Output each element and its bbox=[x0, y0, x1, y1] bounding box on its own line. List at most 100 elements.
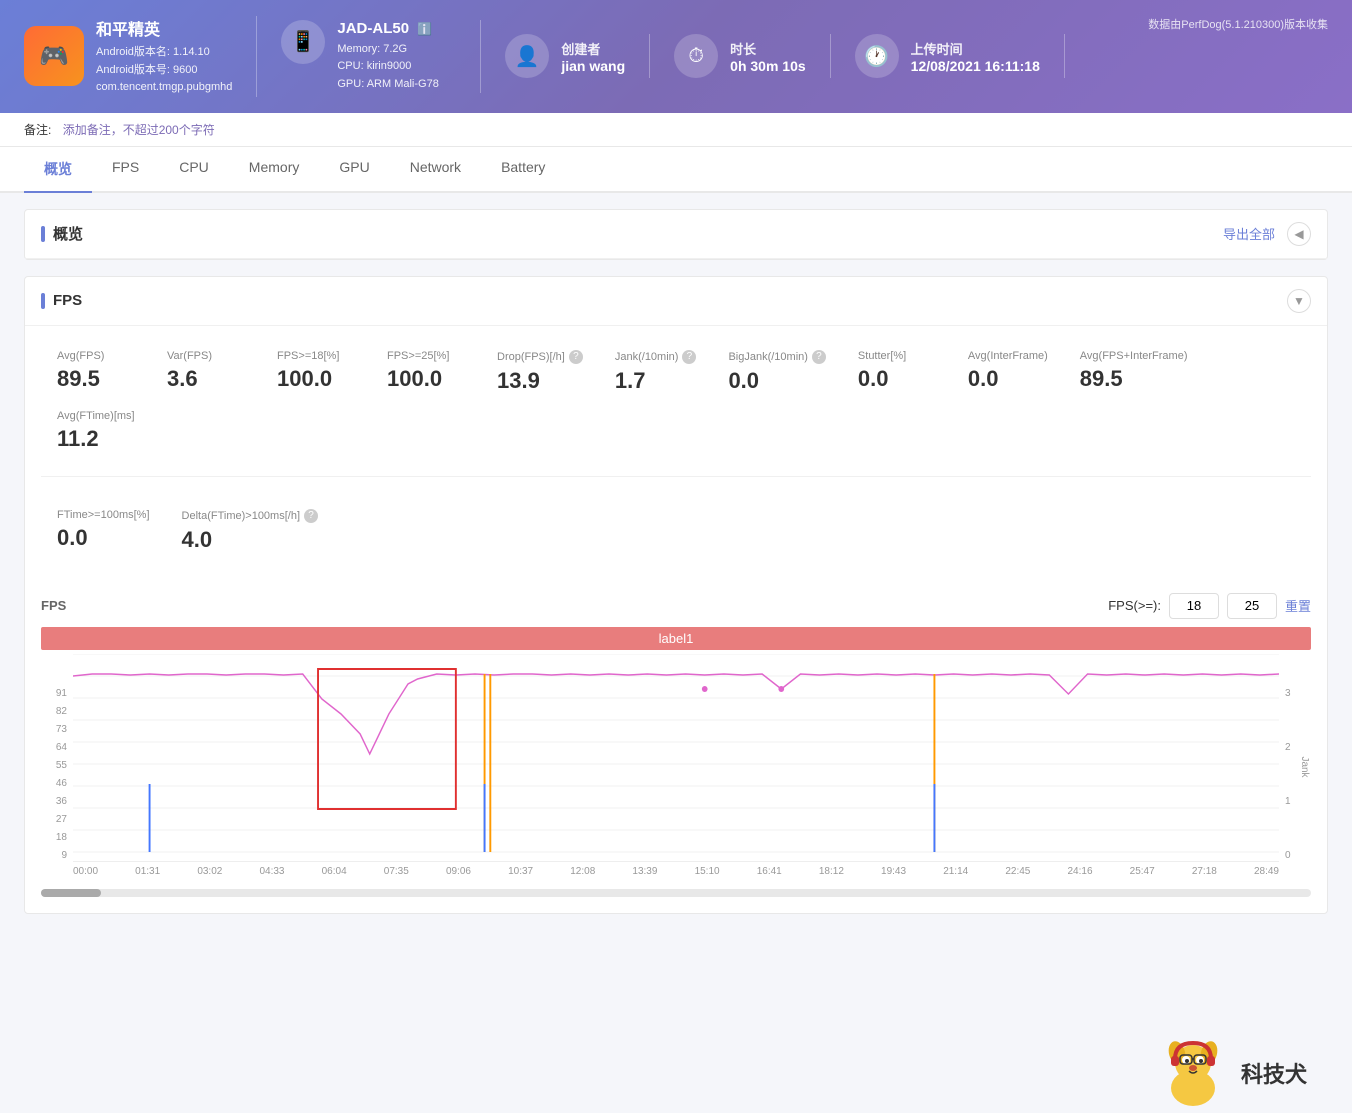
stat-bigjank-value: 0.0 bbox=[728, 368, 825, 394]
upload-value: 12/08/2021 16:11:18 bbox=[911, 58, 1040, 74]
device-details: JAD-AL50 ℹ️ Memory: 7.2G CPU: kirin9000 … bbox=[337, 20, 438, 94]
creator-value: jian wang bbox=[561, 58, 625, 74]
app-info: 🎮 和平精英 Android版本名: 1.14.10 Android版本号: 9… bbox=[24, 16, 257, 97]
upload-label: 上传时间 bbox=[911, 39, 1040, 58]
stat-interframe: Avg(InterFrame) 0.0 bbox=[952, 342, 1064, 402]
export-button[interactable]: 导出全部 bbox=[1223, 224, 1275, 243]
delta-ftime-help-icon[interactable]: ? bbox=[304, 509, 318, 523]
fps-threshold-1-input[interactable] bbox=[1169, 593, 1219, 619]
device-icon: 📱 bbox=[281, 20, 325, 64]
stat-ftime100: FTime>=100ms[%] 0.0 bbox=[41, 501, 166, 561]
stat-fps25-value: 100.0 bbox=[387, 366, 465, 392]
upload-text: 上传时间 12/08/2021 16:11:18 bbox=[911, 39, 1040, 74]
device-memory: Memory: 7.2G bbox=[337, 41, 438, 59]
stat-drop-fps: Drop(FPS)[/h] ? 13.9 bbox=[481, 342, 599, 402]
stat-fps25-label: FPS>=25[%] bbox=[387, 350, 465, 362]
bigjank-help-icon[interactable]: ? bbox=[812, 350, 826, 364]
overview-section: 概览 导出全部 ◀ bbox=[24, 209, 1328, 260]
stat-jank-value: 1.7 bbox=[615, 368, 697, 394]
stat-drop-fps-label: Drop(FPS)[/h] ? bbox=[497, 350, 583, 364]
fps-threshold-2-input[interactable] bbox=[1227, 593, 1277, 619]
tab-overview[interactable]: 概览 bbox=[24, 147, 92, 193]
tab-network[interactable]: Network bbox=[390, 147, 481, 193]
chart-label: FPS bbox=[41, 598, 66, 613]
stat-fps-interframe-value: 89.5 bbox=[1080, 366, 1188, 392]
stat-bigjank: BigJank(/10min) ? 0.0 bbox=[712, 342, 841, 402]
stat-avg-fps: Avg(FPS) 89.5 bbox=[41, 342, 151, 402]
stat-drop-fps-value: 13.9 bbox=[497, 368, 583, 394]
tab-battery[interactable]: Battery bbox=[481, 147, 565, 193]
jank-axis-label: Jank bbox=[1299, 757, 1310, 778]
time-axis: 00:0001:3103:0204:3306:04 07:3509:0610:3… bbox=[73, 861, 1279, 881]
note-add[interactable]: 添加备注，不超过200个字符 bbox=[63, 123, 215, 137]
data-source: 数据由PerfDog(5.1.210300)版本收集 bbox=[1148, 16, 1328, 32]
creator-label: 创建者 bbox=[561, 39, 625, 58]
fps-ge-label: FPS(>=): bbox=[1108, 598, 1161, 613]
upload-stat: 🕐 上传时间 12/08/2021 16:11:18 bbox=[855, 34, 1065, 78]
stat-fps25: FPS>=25[%] 100.0 bbox=[371, 342, 481, 402]
creator-text: 创建者 jian wang bbox=[561, 39, 625, 74]
stat-var-fps-value: 3.6 bbox=[167, 366, 245, 392]
device-cpu: CPU: kirin9000 bbox=[337, 58, 438, 76]
stat-avg-fps-label: Avg(FPS) bbox=[57, 350, 135, 362]
tab-gpu[interactable]: GPU bbox=[319, 147, 389, 193]
stat-ftime: Avg(FTime)[ms] 11.2 bbox=[41, 402, 151, 460]
stat-fps18-label: FPS>=18[%] bbox=[277, 350, 355, 362]
reset-button[interactable]: 重置 bbox=[1285, 596, 1311, 615]
content: 概览 导出全部 ◀ FPS ▼ Avg(FPS) 89.5 Var(FPS) 3… bbox=[0, 193, 1352, 946]
jank-help-icon[interactable]: ? bbox=[682, 350, 696, 364]
duration-icon: ⏱ bbox=[674, 34, 718, 78]
stat-fps-interframe-label: Avg(FPS+InterFrame) bbox=[1080, 350, 1188, 362]
duration-text: 时长 0h 30m 10s bbox=[730, 39, 806, 74]
stat-var-fps: Var(FPS) 3.6 bbox=[151, 342, 261, 402]
stat-delta-ftime: Delta(FTime)>100ms[/h] ? 4.0 bbox=[166, 501, 335, 561]
chart-scrollbar-thumb[interactable] bbox=[41, 889, 101, 897]
app-icon: 🎮 bbox=[24, 26, 84, 86]
chart-outer: 9182736455463627189 3210 Jank bbox=[41, 654, 1311, 881]
device-gpu: GPU: ARM Mali-G78 bbox=[337, 76, 438, 94]
label1-bar: label1 bbox=[41, 627, 1311, 650]
chart-scrollbar[interactable] bbox=[41, 889, 1311, 897]
overview-header: 概览 导出全部 ◀ bbox=[25, 210, 1327, 259]
stat-stutter: Stutter[%] 0.0 bbox=[842, 342, 952, 402]
stat-fps18: FPS>=18[%] 100.0 bbox=[261, 342, 371, 402]
stat-bigjank-label: BigJank(/10min) ? bbox=[728, 350, 825, 364]
fps-section-header: FPS ▼ bbox=[25, 277, 1327, 326]
nav-tabs: 概览 FPS CPU Memory GPU Network Battery bbox=[0, 147, 1352, 193]
fps-title: FPS bbox=[41, 292, 82, 309]
collapse-button[interactable]: ◀ bbox=[1287, 222, 1311, 246]
duration-stat: ⏱ 时长 0h 30m 10s bbox=[674, 34, 831, 78]
tab-cpu[interactable]: CPU bbox=[159, 147, 229, 193]
app-android-version-code: Android版本号: 9600 bbox=[96, 62, 232, 80]
tab-memory[interactable]: Memory bbox=[229, 147, 320, 193]
chart-header: FPS FPS(>=): 重置 bbox=[41, 593, 1311, 619]
app-name: 和平精英 bbox=[96, 16, 232, 40]
watermark: 科技犬 bbox=[1153, 1033, 1307, 1113]
fps-collapse-button[interactable]: ▼ bbox=[1287, 289, 1311, 313]
stat-jank: Jank(/10min) ? 1.7 bbox=[599, 342, 713, 402]
note-label: 备注: bbox=[24, 123, 51, 137]
app-package: com.tencent.tmgp.pubgmhd bbox=[96, 79, 232, 97]
app-details: 和平精英 Android版本名: 1.14.10 Android版本号: 960… bbox=[96, 16, 232, 97]
device-info: 📱 JAD-AL50 ℹ️ Memory: 7.2G CPU: kirin900… bbox=[281, 20, 481, 94]
stat-interframe-label: Avg(InterFrame) bbox=[968, 350, 1048, 362]
fps-stats-grid-2: FTime>=100ms[%] 0.0 Delta(FTime)>100ms[/… bbox=[25, 485, 1327, 577]
creator-stat: 👤 创建者 jian wang bbox=[505, 34, 650, 78]
stat-jank-label: Jank(/10min) ? bbox=[615, 350, 697, 364]
stat-delta-ftime-label: Delta(FTime)>100ms[/h] ? bbox=[182, 509, 319, 523]
fps-controls: FPS(>=): 重置 bbox=[1108, 593, 1311, 619]
overview-title: 概览 bbox=[41, 223, 83, 244]
duration-value: 0h 30m 10s bbox=[730, 58, 806, 74]
stats-divider bbox=[41, 476, 1311, 477]
stat-interframe-value: 0.0 bbox=[968, 366, 1048, 392]
fps-chart-container: FPS FPS(>=): 重置 label1 91827364554636271… bbox=[25, 577, 1327, 913]
fps-stats-grid: Avg(FPS) 89.5 Var(FPS) 3.6 FPS>=18[%] 10… bbox=[25, 326, 1327, 476]
dog-mascot-icon bbox=[1153, 1033, 1233, 1113]
stat-stutter-value: 0.0 bbox=[858, 366, 936, 392]
stat-ftime-value: 11.2 bbox=[57, 426, 135, 452]
note-bar: 备注: 添加备注，不超过200个字符 bbox=[0, 113, 1352, 147]
fps-section: FPS ▼ Avg(FPS) 89.5 Var(FPS) 3.6 FPS>=18… bbox=[24, 276, 1328, 914]
tab-fps[interactable]: FPS bbox=[92, 147, 159, 193]
drop-fps-help-icon[interactable]: ? bbox=[569, 350, 583, 364]
duration-label: 时长 bbox=[730, 39, 806, 58]
